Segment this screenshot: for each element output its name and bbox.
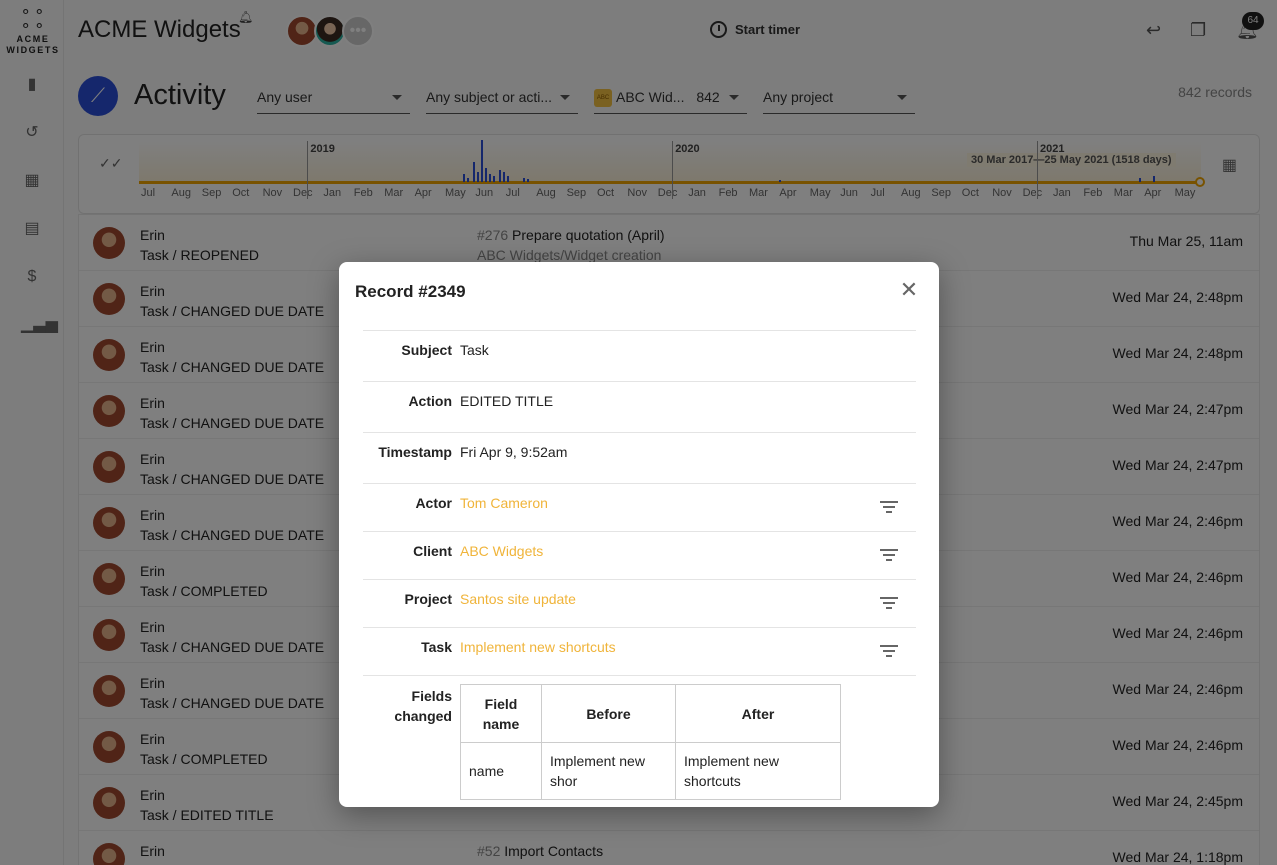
cell-after-line2: shortcuts bbox=[684, 773, 741, 789]
actor-link[interactable]: Tom Cameron bbox=[460, 495, 548, 511]
fields-changed-label-line2: changed bbox=[394, 708, 452, 724]
client-label: Client bbox=[413, 543, 452, 559]
actor-label: Actor bbox=[415, 495, 452, 511]
timestamp-value: Fri Apr 9, 9:52am bbox=[460, 444, 568, 460]
detail-row-subject: Subject Task bbox=[363, 330, 916, 381]
cell-after: Implement new shortcuts bbox=[675, 742, 841, 800]
fields-changed-label: Fields changed bbox=[363, 686, 452, 726]
timestamp-label: Timestamp bbox=[378, 444, 452, 460]
table-row: name Implement new shor Implement new sh… bbox=[460, 742, 841, 800]
detail-row-client: Client ABC Widgets bbox=[363, 531, 916, 579]
detail-row-project: Project Santos site update bbox=[363, 579, 916, 627]
project-link[interactable]: Santos site update bbox=[460, 591, 576, 607]
detail-row-action: Action EDITED TITLE bbox=[363, 381, 916, 432]
task-link[interactable]: Implement new shortcuts bbox=[460, 639, 616, 655]
detail-row-actor: Actor Tom Cameron bbox=[363, 483, 916, 531]
record-dialog: Record #2349 ✕ Subject Task Action EDITE… bbox=[339, 262, 939, 807]
subject-value: Task bbox=[460, 342, 489, 358]
cell-after-line1: Implement new bbox=[684, 753, 779, 769]
client-link[interactable]: ABC Widgets bbox=[460, 543, 543, 559]
action-label: Action bbox=[408, 393, 452, 409]
close-icon[interactable]: ✕ bbox=[897, 278, 921, 302]
col-header-before: Before bbox=[541, 684, 676, 743]
dialog-title: Record #2349 bbox=[355, 282, 466, 301]
filter-icon[interactable] bbox=[880, 645, 898, 659]
record-details: Subject Task Action EDITED TITLE Timesta… bbox=[363, 330, 916, 807]
table-header-row: Field name Before After bbox=[460, 684, 841, 743]
col-header-field-line1: Field bbox=[484, 695, 518, 712]
subject-label: Subject bbox=[401, 342, 452, 358]
cell-before: Implement new shor bbox=[541, 742, 676, 800]
col-header-field-line2: name bbox=[482, 715, 520, 732]
cell-before-line1: Implement new bbox=[550, 753, 645, 769]
filter-icon[interactable] bbox=[880, 549, 898, 563]
col-header-after: After bbox=[675, 684, 841, 743]
filter-icon[interactable] bbox=[880, 597, 898, 611]
cell-before-line2: shor bbox=[550, 773, 578, 789]
col-header-field-name: Field name bbox=[460, 684, 542, 743]
task-label: Task bbox=[421, 639, 452, 655]
detail-row-timestamp: Timestamp Fri Apr 9, 9:52am bbox=[363, 432, 916, 483]
fields-changed-label-line1: Fields bbox=[411, 688, 452, 704]
project-label: Project bbox=[404, 591, 452, 607]
detail-row-fields-changed: Fields changed Field name Before After n… bbox=[363, 675, 916, 807]
fields-changed-table: Field name Before After name Implement n… bbox=[460, 684, 841, 800]
action-value: EDITED TITLE bbox=[460, 393, 554, 409]
cell-field-name: name bbox=[460, 742, 542, 800]
detail-row-task: Task Implement new shortcuts bbox=[363, 627, 916, 675]
filter-icon[interactable] bbox=[880, 501, 898, 515]
